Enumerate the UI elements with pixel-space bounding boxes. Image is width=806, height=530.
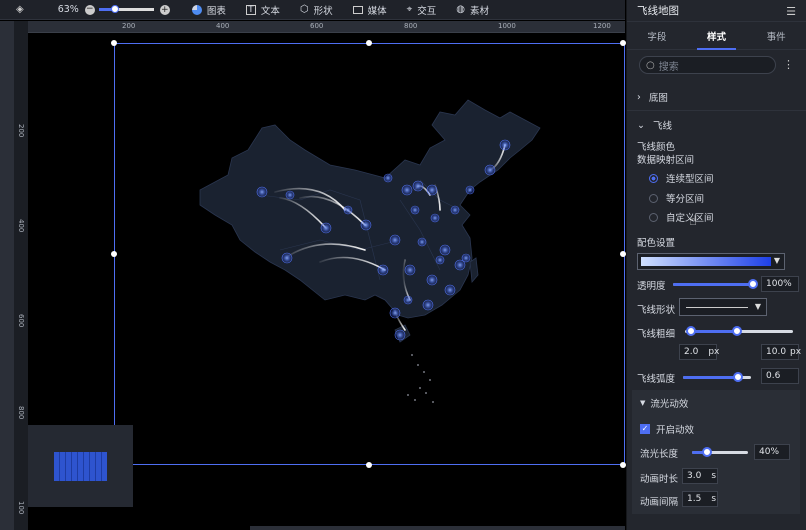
duration-input[interactable]: 3.0 s [682, 468, 718, 484]
search-input[interactable]: ○ 搜索 [639, 56, 776, 74]
width-range-fill [691, 330, 737, 333]
minimap-viewport[interactable] [54, 452, 107, 481]
width-max-input[interactable]: 10.0 px [761, 344, 801, 360]
arc-label: 飞线弧度 [637, 374, 676, 385]
tab-events[interactable]: 事件 [746, 22, 806, 49]
interval-input[interactable]: 1.5 s [682, 491, 718, 507]
arc-slider-fill [683, 376, 739, 379]
section-base-map[interactable]: › 底图 [637, 90, 668, 105]
tab-style[interactable]: 样式 [687, 22, 747, 50]
resize-handle-nw[interactable] [111, 40, 117, 46]
opacity-label: 透明度 [637, 281, 666, 292]
flow-length-knob[interactable] [702, 447, 712, 457]
width-min-input[interactable]: 2.0 px [679, 344, 719, 360]
palette-label: 配色设置 [637, 238, 676, 249]
shape-label: 飞线形状 [637, 305, 676, 316]
flyline-color-label: 飞线颜色 [637, 142, 676, 153]
arc-input[interactable]: 0.6 [761, 368, 799, 384]
shape-select[interactable]: ▼ [679, 298, 767, 316]
line-preview [686, 307, 748, 308]
hand-cursor-icon: ☝ [689, 214, 697, 229]
interval-label: 动画间隔 [640, 497, 679, 508]
chevron-right-icon: › [637, 91, 641, 103]
divider [627, 110, 806, 111]
radio-indicator [649, 212, 658, 222]
opacity-slider-fill [673, 283, 751, 286]
chevron-down-icon: ⌄ [637, 119, 645, 131]
width-max-knob[interactable] [732, 326, 742, 336]
radio-continuous[interactable]: 连续型区间 [649, 171, 714, 185]
resize-handle-w[interactable] [111, 251, 117, 257]
panel-title: 飞线地图 ☰ [627, 0, 806, 22]
resize-handle-n[interactable] [366, 40, 372, 46]
dropdown-arrow-icon: ▼ [754, 302, 761, 311]
flow-section-header[interactable]: ▼ 流光动效 [640, 396, 688, 410]
range-label: 数据映射区间 [637, 155, 695, 166]
flow-effect-section: ▼ 流光动效 ✓ 开启动效 流光长度 40% 动画时长 3.0 s 动画间隔 1… [632, 390, 800, 514]
enable-flow-checkbox[interactable]: ✓ 开启动效 [640, 422, 694, 436]
collapse-panel-icon[interactable]: ☰ [786, 5, 796, 18]
minimap[interactable] [28, 425, 133, 507]
radio-equal[interactable]: 等分区间 [649, 191, 704, 205]
opacity-slider-knob[interactable] [748, 279, 758, 289]
duration-label: 动画时长 [640, 474, 679, 485]
section-flyline[interactable]: ⌄ 飞线 [637, 118, 672, 133]
palette-select[interactable]: ▼ [637, 253, 785, 270]
caret-down-icon: ▼ [640, 399, 646, 407]
radio-indicator [649, 193, 658, 203]
radio-indicator [649, 173, 658, 183]
palette-gradient [641, 257, 771, 266]
width-label: 飞线粗细 [637, 329, 676, 340]
search-icon: ○ [646, 59, 655, 71]
width-min-knob[interactable] [686, 326, 696, 336]
horizontal-scrollbar[interactable] [250, 526, 625, 530]
checkbox-checked-icon: ✓ [640, 424, 650, 434]
opacity-input[interactable]: 100% [761, 276, 799, 292]
dropdown-arrow-icon: ▼ [773, 256, 780, 265]
tab-fields[interactable]: 字段 [627, 22, 687, 49]
flow-length-input[interactable]: 40% [754, 444, 790, 460]
arc-slider-knob[interactable] [733, 372, 743, 382]
more-options-icon[interactable]: ⋮ [783, 58, 794, 71]
radio-custom[interactable]: 自定义区间 [649, 210, 714, 224]
flow-length-label: 流光长度 [640, 449, 679, 460]
panel-tabs: 字段 样式 事件 [627, 22, 806, 50]
selection-frame[interactable] [114, 43, 625, 465]
resize-handle-s[interactable] [366, 462, 372, 468]
